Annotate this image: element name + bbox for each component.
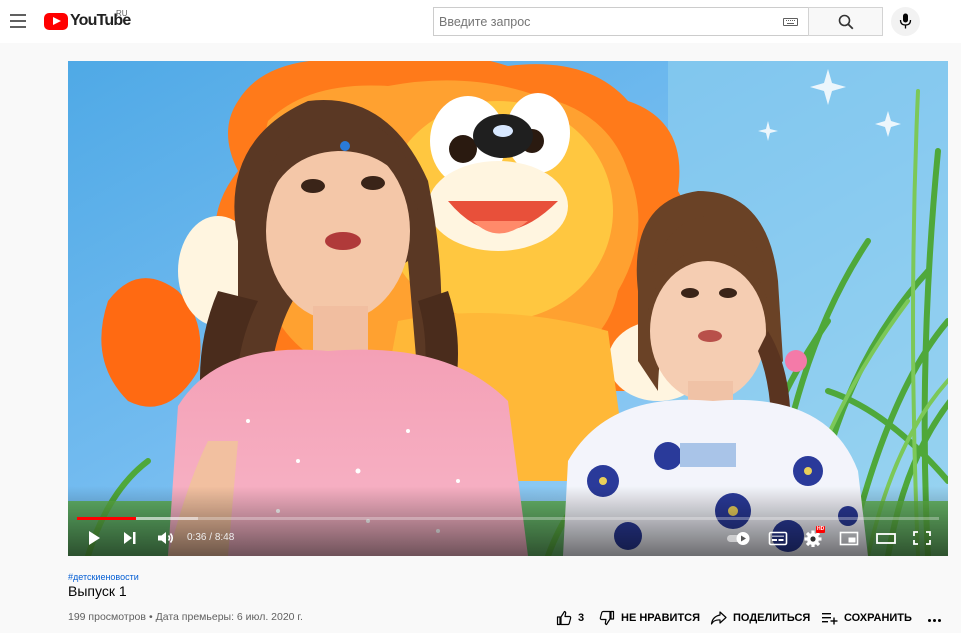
menu-icon[interactable] [10,14,26,28]
more-dot-icon [938,619,941,622]
play-button[interactable] [86,529,102,547]
voice-search-button[interactable] [891,7,920,36]
thumbs-up-icon [556,610,572,626]
meta-separator: • [148,611,153,623]
video-title: Выпуск 1 [68,583,127,599]
miniplayer-icon [839,531,859,546]
view-count: 199 просмотров [68,611,146,623]
duration: 8:48 [214,532,235,543]
dislike-label: НЕ НРАВИТСЯ [621,612,701,624]
share-label: ПОДЕЛИТЬСЯ [733,612,811,624]
subtitles-icon [768,531,788,546]
miniplayer-button[interactable] [839,529,859,547]
time-separator: / [206,532,215,543]
more-dot-icon [928,619,931,622]
youtube-logo[interactable]: YouTube RU [44,9,131,31]
action-bar: 3 НЕ НРАВИТСЯ ПОДЕЛИТЬСЯ СОХРАНИТЬ [556,608,956,628]
autoplay-icon [727,532,750,545]
search-input[interactable] [434,8,774,35]
like-button[interactable]: 3 [556,608,584,628]
fullscreen-button[interactable] [912,529,932,547]
save-button[interactable]: СОХРАНИТЬ [821,608,912,628]
share-button[interactable]: ПОДЕЛИТЬСЯ [710,608,810,628]
settings-button[interactable]: HD [804,526,826,548]
search-icon [838,14,854,30]
keyboard-icon[interactable] [783,18,798,26]
playlist-add-icon [822,613,838,625]
theater-mode-button[interactable] [875,529,897,547]
share-icon [710,611,727,625]
progress-bar[interactable] [77,517,939,520]
theater-icon [876,533,896,544]
fullscreen-icon [913,531,931,545]
search-button[interactable] [808,7,883,36]
thumbs-down-icon [599,610,615,626]
masthead: YouTube RU [0,0,961,43]
hd-badge: HD [816,526,826,533]
time-display: 0:36 / 8:48 [187,532,234,543]
video-meta: 199 просмотров • Дата премьеры: 6 июл. 202… [68,611,303,623]
premiere-date: Дата премьеры: 6 июл. 2020 г. [155,611,303,623]
volume-button[interactable] [156,529,176,547]
volume-icon [158,532,174,544]
youtube-play-icon [44,12,68,30]
next-button[interactable] [122,529,138,547]
search-box [433,7,809,36]
more-dot-icon [933,619,936,622]
next-icon [124,532,136,544]
region-code: RU [116,9,128,18]
microphone-icon [899,13,912,29]
video-frame [68,61,948,556]
current-time: 0:36 [187,532,207,543]
dislike-button[interactable]: НЕ НРАВИТСЯ [599,608,700,628]
hashtag-link[interactable]: #детскиеновости [68,572,139,582]
subtitles-button[interactable] [768,529,788,547]
play-icon [89,531,100,545]
progress-played [77,517,136,520]
save-label: СОХРАНИТЬ [844,612,912,624]
like-count: 3 [578,612,585,624]
video-player[interactable]: 0:36 / 8:48 HD [68,61,948,556]
more-actions-button[interactable] [926,608,942,628]
autoplay-toggle[interactable] [726,529,752,547]
